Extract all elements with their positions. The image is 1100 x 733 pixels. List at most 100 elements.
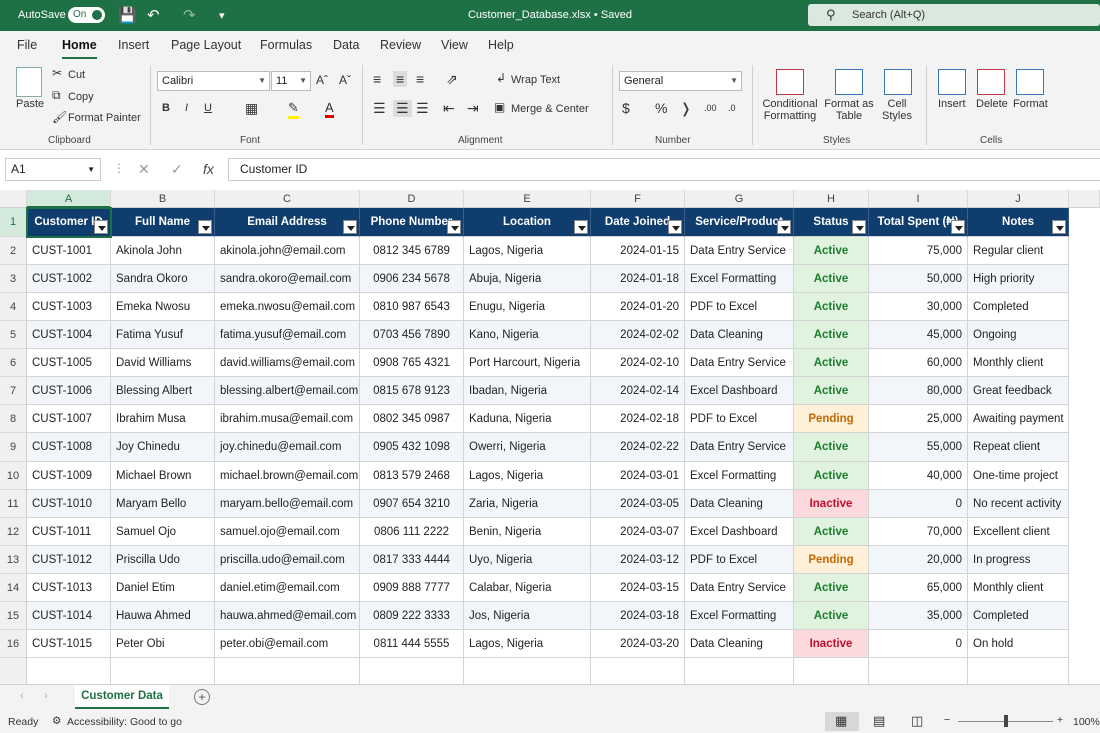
status-cell[interactable]: Inactive: [794, 629, 869, 659]
table-cell[interactable]: Awaiting payment: [968, 405, 1069, 434]
table-cell[interactable]: Excellent client: [968, 517, 1069, 546]
table-cell[interactable]: 0802 345 0987: [360, 405, 464, 434]
table-cell[interactable]: Benin, Nigeria: [464, 517, 591, 546]
filter-dropdown-icon[interactable]: [1052, 220, 1066, 234]
cut-button[interactable]: Cut: [68, 69, 85, 81]
row-header[interactable]: 12: [0, 517, 27, 546]
status-cell[interactable]: Active: [794, 377, 869, 406]
column-header-j[interactable]: J: [968, 190, 1069, 208]
table-cell[interactable]: Kaduna, Nigeria: [464, 405, 591, 434]
table-cell[interactable]: Samuel Ojo: [111, 517, 215, 546]
table-header-cell[interactable]: Notes: [968, 208, 1069, 237]
conditional-formatting-button[interactable]: Conditional Formatting: [762, 98, 818, 122]
table-cell[interactable]: 0806 111 2222: [360, 517, 464, 546]
align-middle-icon[interactable]: ≡: [393, 71, 408, 87]
table-cell[interactable]: Blessing Albert: [111, 377, 215, 406]
align-top-icon[interactable]: ≡: [373, 71, 381, 87]
column-header-i[interactable]: I: [869, 190, 968, 208]
table-cell[interactable]: On hold: [968, 629, 1069, 659]
table-cell[interactable]: sandra.okoro@email.com: [215, 265, 360, 294]
zoom-out-icon[interactable]: −: [944, 714, 950, 726]
column-header-g[interactable]: G: [685, 190, 794, 208]
table-cell[interactable]: akinola.john@email.com: [215, 237, 360, 266]
table-cell[interactable]: CUST-1005: [27, 349, 111, 378]
table-cell[interactable]: CUST-1013: [27, 573, 111, 602]
empty-cell[interactable]: [111, 658, 215, 684]
table-cell[interactable]: Data Cleaning: [685, 629, 794, 659]
table-cell[interactable]: Lagos, Nigeria: [464, 629, 591, 659]
table-cell[interactable]: CUST-1011: [27, 517, 111, 546]
table-cell[interactable]: Data Cleaning: [685, 321, 794, 350]
table-cell[interactable]: blessing.albert@email.com: [215, 377, 360, 406]
align-right-icon[interactable]: ☰: [416, 100, 429, 117]
empty-cell[interactable]: [215, 658, 360, 684]
filter-dropdown-icon[interactable]: [94, 220, 108, 234]
table-cell[interactable]: 75,000: [869, 237, 968, 266]
table-cell[interactable]: Priscilla Udo: [111, 545, 215, 574]
table-cell[interactable]: 0: [869, 629, 968, 659]
table-cell[interactable]: Regular client: [968, 237, 1069, 266]
table-cell[interactable]: CUST-1010: [27, 489, 111, 518]
search-box[interactable]: ⚲ Search (Alt+Q): [808, 4, 1100, 26]
status-cell[interactable]: Active: [794, 573, 869, 602]
status-cell[interactable]: Active: [794, 601, 869, 630]
table-cell[interactable]: Data Entry Service: [685, 237, 794, 266]
table-cell[interactable]: Port Harcourt, Nigeria: [464, 349, 591, 378]
table-cell[interactable]: Data Cleaning: [685, 489, 794, 518]
cell-styles-button[interactable]: Cell Styles: [876, 98, 918, 122]
table-cell[interactable]: David Williams: [111, 349, 215, 378]
table-cell[interactable]: 0905 432 1098: [360, 433, 464, 462]
delete-cells-button[interactable]: Delete: [976, 98, 1008, 110]
tab-view[interactable]: View: [441, 38, 468, 52]
fill-color-icon[interactable]: ✎: [288, 100, 299, 119]
table-cell[interactable]: Kano, Nigeria: [464, 321, 591, 350]
empty-cell[interactable]: [968, 658, 1069, 684]
table-cell[interactable]: Monthly client: [968, 349, 1069, 378]
filter-dropdown-icon[interactable]: [777, 220, 791, 234]
table-cell[interactable]: Daniel Etim: [111, 573, 215, 602]
decrease-indent-icon[interactable]: ⇤: [443, 100, 455, 117]
tab-data[interactable]: Data: [333, 38, 359, 52]
status-cell[interactable]: Inactive: [794, 489, 869, 518]
table-cell[interactable]: 80,000: [869, 377, 968, 406]
increase-decimal-icon[interactable]: .00: [704, 103, 717, 113]
table-cell[interactable]: 2024-03-15: [591, 573, 685, 602]
table-cell[interactable]: Ibadan, Nigeria: [464, 377, 591, 406]
table-cell[interactable]: 0703 456 7890: [360, 321, 464, 350]
table-header-cell[interactable]: Customer ID: [27, 208, 111, 237]
row-header[interactable]: 2: [0, 237, 27, 266]
table-cell[interactable]: Excel Dashboard: [685, 517, 794, 546]
table-cell[interactable]: Completed: [968, 293, 1069, 322]
table-cell[interactable]: Owerri, Nigeria: [464, 433, 591, 462]
table-cell[interactable]: fatima.yusuf@email.com: [215, 321, 360, 350]
table-cell[interactable]: 30,000: [869, 293, 968, 322]
tab-page-layout[interactable]: Page Layout: [171, 38, 241, 52]
table-cell[interactable]: Data Entry Service: [685, 573, 794, 602]
empty-cell[interactable]: [464, 658, 591, 684]
paste-icon[interactable]: [16, 67, 42, 97]
sheet-tab-customer-data[interactable]: Customer Data: [75, 685, 169, 709]
table-cell[interactable]: CUST-1014: [27, 601, 111, 630]
percent-icon[interactable]: %: [655, 100, 667, 116]
tab-formulas[interactable]: Formulas: [260, 38, 312, 52]
table-cell[interactable]: Lagos, Nigeria: [464, 461, 591, 490]
status-cell[interactable]: Active: [794, 433, 869, 462]
increase-font-icon[interactable]: Aˆ: [316, 73, 328, 87]
table-cell[interactable]: PDF to Excel: [685, 293, 794, 322]
formula-input[interactable]: Customer ID: [228, 158, 1100, 181]
table-cell[interactable]: CUST-1004: [27, 321, 111, 350]
scroll-left-icon[interactable]: ‹: [20, 690, 24, 702]
column-header-e[interactable]: E: [464, 190, 591, 208]
table-cell[interactable]: Uyo, Nigeria: [464, 545, 591, 574]
table-cell[interactable]: CUST-1006: [27, 377, 111, 406]
table-cell[interactable]: CUST-1002: [27, 265, 111, 294]
table-cell[interactable]: 70,000: [869, 517, 968, 546]
table-cell[interactable]: 0815 678 9123: [360, 377, 464, 406]
table-cell[interactable]: CUST-1007: [27, 405, 111, 434]
format-painter-button[interactable]: Format Painter: [68, 112, 141, 124]
table-cell[interactable]: 0810 987 6543: [360, 293, 464, 322]
empty-cell[interactable]: [591, 658, 685, 684]
filter-dropdown-icon[interactable]: [951, 220, 965, 234]
table-cell[interactable]: PDF to Excel: [685, 545, 794, 574]
table-cell[interactable]: Calabar, Nigeria: [464, 573, 591, 602]
